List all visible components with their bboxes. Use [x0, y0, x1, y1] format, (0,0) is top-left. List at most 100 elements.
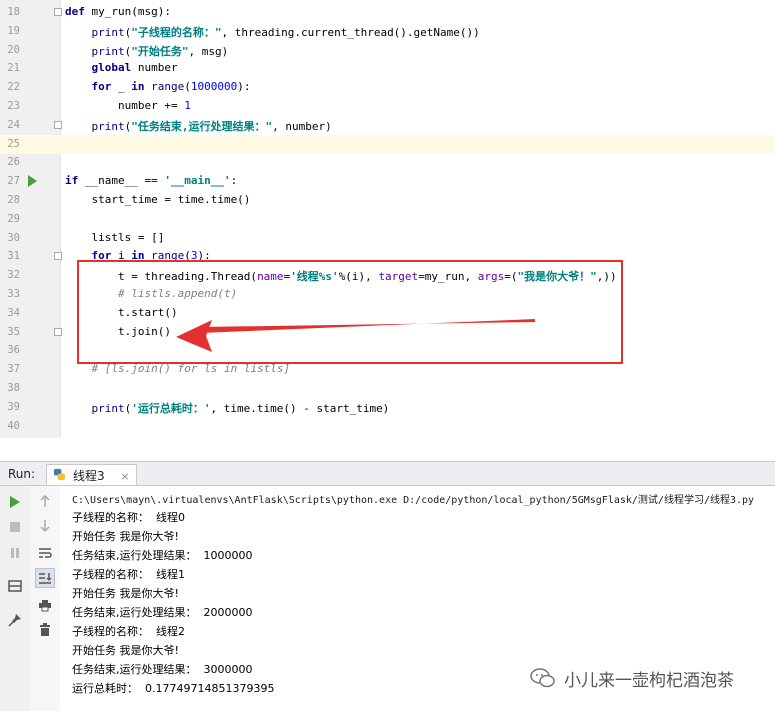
- code-token: print: [91, 25, 125, 39]
- line-number: 19: [7, 24, 20, 37]
- soft-wrap-icon[interactable]: [35, 543, 55, 563]
- code-token: print: [91, 401, 125, 415]
- code-line[interactable]: 27 if __name__ == '__main__':: [0, 172, 775, 191]
- line-number: 36: [7, 344, 20, 357]
- code-text: number += 1: [65, 99, 191, 112]
- code-token: , threading.current_thread().getName()): [221, 25, 480, 39]
- code-editor[interactable]: 18 def my_run(msg): 19 print("子线程的名称：", th…: [0, 0, 775, 438]
- wechat-icon: [530, 668, 555, 688]
- line-number: 31: [7, 250, 20, 263]
- code-text: start_time = time.time(): [65, 193, 250, 206]
- code-token: 1: [184, 99, 191, 112]
- code-text: print("任务结束,运行处理结果：", number): [65, 118, 332, 134]
- print-icon[interactable]: [35, 595, 55, 615]
- watermark-text: 小儿来一壶枸杞酒泡茶: [564, 670, 734, 691]
- code-line[interactable]: 29: [0, 210, 775, 229]
- console-line: 任务结束,运行处理结果： 3000000: [72, 663, 253, 676]
- fold-icon[interactable]: [54, 327, 62, 336]
- console-toolbar: [30, 486, 61, 711]
- code-line[interactable]: 24 print("任务结束,运行处理结果：", number): [0, 116, 775, 135]
- code-line[interactable]: 25: [0, 134, 775, 154]
- code-token: :: [230, 174, 238, 188]
- python-icon: [53, 468, 66, 481]
- fold-icon[interactable]: [54, 8, 62, 16]
- code-token: print: [91, 44, 125, 58]
- down-arrow-icon[interactable]: [35, 516, 55, 536]
- code-line[interactable]: 22 for _ in range(1000000):: [0, 78, 775, 97]
- code-token: __name__ ==: [84, 174, 165, 188]
- line-number: 30: [7, 231, 20, 244]
- pin-icon[interactable]: [5, 610, 25, 630]
- console-command: C:\Users\mayn\.virtualenvs\AntFlask\Scri…: [72, 495, 755, 506]
- code-token: def: [65, 5, 92, 18]
- console-line: 子线程的名称： 线程2: [72, 625, 185, 638]
- code-line[interactable]: 28 start_time = time.time(): [0, 191, 775, 210]
- line-number: 28: [7, 194, 20, 206]
- code-line[interactable]: 30 listls = []: [0, 229, 775, 248]
- code-line[interactable]: 20 print("开始任务", msg): [0, 41, 775, 60]
- up-arrow-icon[interactable]: [35, 491, 55, 511]
- code-text: def my_run(msg):: [65, 5, 171, 18]
- code-token: for: [91, 80, 118, 94]
- code-token: '运行总耗时：': [131, 401, 211, 415]
- line-number: 38: [7, 382, 20, 394]
- code-line[interactable]: 21 global number: [0, 59, 775, 78]
- code-line[interactable]: 18 def my_run(msg):: [0, 3, 775, 22]
- run-label: Run:: [8, 467, 36, 481]
- line-number: 20: [7, 43, 20, 56]
- line-number: 25: [7, 137, 20, 150]
- line-number: 35: [7, 325, 20, 338]
- code-text: if __name__ == '__main__':: [65, 174, 237, 187]
- code-line[interactable]: 39 print('运行总耗时：', time.time() - start_t…: [0, 398, 775, 417]
- line-number: 18: [7, 6, 20, 18]
- code-token: range: [151, 80, 185, 94]
- trash-icon[interactable]: [35, 620, 55, 640]
- close-icon[interactable]: ×: [120, 470, 129, 483]
- run-toolbar: [0, 486, 31, 711]
- code-line[interactable]: 38: [0, 379, 775, 398]
- highlight-box: [77, 260, 623, 364]
- code-token: listls = []: [65, 230, 165, 244]
- line-number: 22: [7, 81, 20, 94]
- console-line: 开始任务 我是你大爷!: [72, 530, 179, 543]
- layout-icon[interactable]: [5, 576, 25, 596]
- stop-icon[interactable]: [5, 517, 25, 537]
- code-line[interactable]: 26: [0, 153, 775, 172]
- code-text: print("子线程的名称：", threading.current_threa…: [65, 24, 480, 40]
- code-text: listls = []: [65, 231, 164, 244]
- pause-icon[interactable]: [5, 543, 25, 563]
- fold-icon[interactable]: [54, 252, 62, 261]
- code-token: print: [91, 119, 125, 133]
- code-token: "子线程的名称：": [131, 25, 222, 39]
- line-number: 26: [7, 156, 20, 169]
- code-token: start_time = time.time(): [65, 193, 251, 206]
- code-token: (: [184, 80, 191, 94]
- code-line[interactable]: 23 number += 1: [0, 97, 775, 116]
- scroll-to-end-icon[interactable]: [35, 568, 55, 588]
- code-line[interactable]: 40: [0, 417, 775, 436]
- fold-icon[interactable]: [54, 120, 62, 129]
- code-token: ):: [237, 80, 251, 94]
- run-icon[interactable]: [5, 492, 25, 512]
- run-tab[interactable]: 线程3 ×: [46, 464, 137, 485]
- run-gutter-icon[interactable]: [28, 175, 37, 188]
- code-token: number: [137, 61, 178, 75]
- code-token: "任务结束,运行处理结果：": [131, 119, 273, 133]
- code-token: , time.time() - start_time): [210, 401, 390, 415]
- line-number: 40: [7, 419, 20, 432]
- line-number: 29: [7, 212, 20, 225]
- code-line[interactable]: 19 print("子线程的名称：", threading.current_th…: [0, 22, 775, 41]
- code-token: "开始任务": [131, 44, 189, 58]
- line-number: 23: [7, 100, 20, 112]
- code-token: number +=: [65, 99, 185, 112]
- console-line: 任务结束,运行处理结果： 2000000: [72, 606, 253, 619]
- console-line: 开始任务 我是你大爷!: [72, 587, 179, 600]
- code-token: _: [118, 80, 132, 94]
- line-number: 39: [7, 400, 20, 413]
- code-text: for _ in range(1000000):: [65, 80, 251, 94]
- code-text: print("开始任务", msg): [65, 43, 229, 59]
